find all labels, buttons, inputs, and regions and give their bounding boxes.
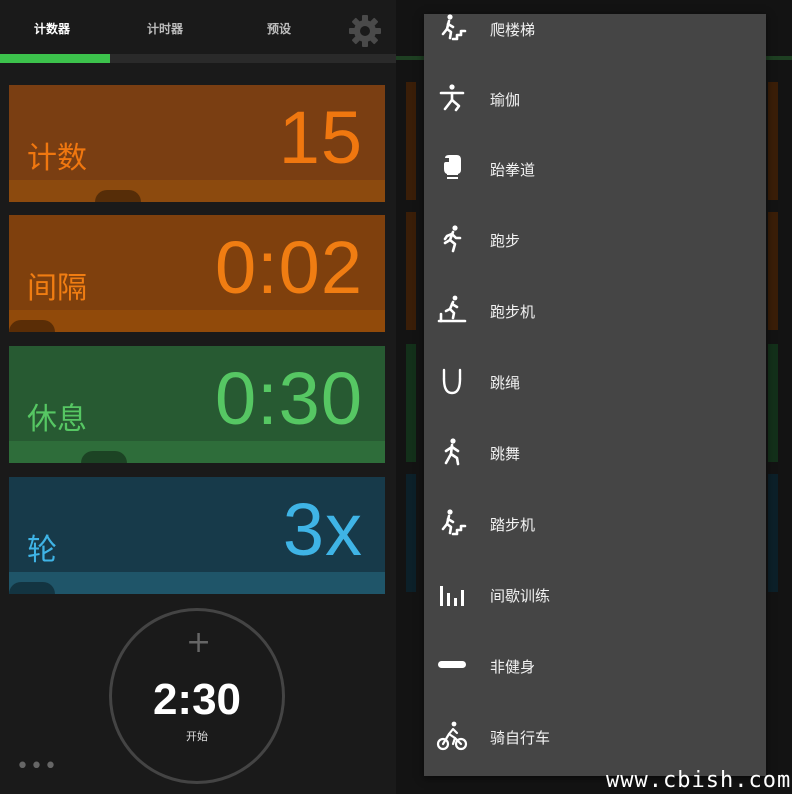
- menu-item-label: 跳舞: [490, 445, 521, 463]
- card-band: [9, 310, 385, 332]
- menu-item-label: 跑步: [490, 232, 521, 250]
- interval-card[interactable]: 间隔 0:02: [9, 215, 385, 332]
- treadmill-icon: [437, 295, 467, 323]
- dim-card: [768, 474, 778, 592]
- cycling-icon: [436, 721, 468, 751]
- menu-item-label: 踏步机: [490, 516, 536, 534]
- dim-card: [406, 474, 416, 592]
- rounds-label: 轮: [27, 533, 57, 568]
- timer-display: 2:30: [152, 675, 242, 724]
- stairs-climb-icon: [441, 14, 467, 41]
- start-label: 开始: [186, 730, 208, 743]
- menu-item-dance[interactable]: 跳舞: [424, 416, 766, 486]
- menu-item-stair-climbing[interactable]: 爬楼梯: [424, 14, 766, 62]
- start-timer-button[interactable]: + 2:30 开始: [109, 608, 285, 784]
- count-label: 计数: [27, 141, 87, 176]
- menu-item-interval-training[interactable]: 间歇训练: [424, 558, 766, 628]
- rounds-value: 3x: [282, 488, 363, 571]
- tab-bar: 计数器 计时器 预设: [0, 0, 396, 54]
- count-value: 15: [278, 96, 363, 179]
- dim-card: [406, 344, 416, 462]
- more-options-icon[interactable]: •••: [16, 754, 58, 779]
- card-band: [9, 441, 385, 463]
- boxing-glove-icon: [444, 155, 461, 179]
- interval-label: 间隔: [27, 271, 87, 306]
- menu-item-non-fitness[interactable]: 非健身: [424, 629, 766, 699]
- dim-card: [406, 82, 416, 200]
- menu-item-running[interactable]: 跑步: [424, 203, 766, 273]
- drag-handle[interactable]: [95, 190, 141, 202]
- counter-screen: 计数器 计时器 预设 计数 15 间隔 0:02 休息 0:30 轮 3x + …: [0, 0, 396, 794]
- stepper-icon: [441, 509, 467, 536]
- tab-timer[interactable]: 计时器: [147, 20, 183, 37]
- tab-indicator-track: [0, 54, 396, 63]
- rest-value: 0:30: [214, 357, 363, 440]
- card-band: [9, 180, 385, 202]
- menu-item-taekwondo[interactable]: 跆拳道: [424, 132, 766, 202]
- menu-item-yoga[interactable]: 瑜伽: [424, 62, 766, 132]
- drag-handle[interactable]: [81, 451, 127, 463]
- menu-item-jump-rope[interactable]: 跳绳: [424, 345, 766, 415]
- menu-item-label: 骑自行车: [490, 729, 551, 747]
- dim-card: [406, 212, 416, 330]
- jump-rope-icon: [442, 368, 462, 395]
- rest-label: 休息: [27, 402, 87, 437]
- menu-item-label: 瑜伽: [490, 91, 521, 109]
- drag-handle[interactable]: [9, 582, 55, 594]
- menu-item-label: 跆拳道: [490, 161, 536, 179]
- rest-card[interactable]: 休息 0:30: [9, 346, 385, 463]
- tab-presets[interactable]: 预设: [267, 20, 291, 37]
- tab-indicator: [0, 54, 110, 63]
- interval-bars-icon: [440, 586, 464, 606]
- plus-icon[interactable]: +: [186, 625, 211, 660]
- running-icon: [443, 225, 462, 253]
- activity-dropdown-menu: 爬楼梯 瑜伽 跆拳道 跑步 跑步机 跳绳 跳舞 踏步机 间歇训练 非健身 骑自行…: [424, 14, 766, 776]
- drag-handle[interactable]: [9, 320, 55, 332]
- dim-card: [768, 82, 778, 200]
- minus-bar-icon: [438, 661, 466, 668]
- menu-item-treadmill[interactable]: 跑步机: [424, 274, 766, 344]
- menu-item-label: 非健身: [490, 658, 536, 676]
- menu-item-stepper[interactable]: 踏步机: [424, 487, 766, 557]
- menu-item-label: 跑步机: [490, 303, 536, 321]
- dim-card: [768, 212, 778, 330]
- menu-item-label: 间歇训练: [490, 587, 551, 605]
- gear-icon[interactable]: [346, 12, 384, 50]
- dim-card: [768, 344, 778, 462]
- count-card[interactable]: 计数 15: [9, 85, 385, 202]
- menu-item-label: 爬楼梯: [490, 21, 536, 39]
- tab-counter[interactable]: 计数器: [34, 20, 70, 37]
- rounds-card[interactable]: 轮 3x: [9, 477, 385, 594]
- menu-item-cycling[interactable]: 骑自行车: [424, 700, 766, 770]
- yoga-icon: [439, 84, 465, 112]
- interval-value: 0:02: [214, 226, 363, 309]
- card-band: [9, 572, 385, 594]
- watermark-text: www.cbish.com: [606, 768, 792, 793]
- dance-icon: [444, 438, 460, 466]
- menu-item-label: 跳绳: [490, 374, 521, 392]
